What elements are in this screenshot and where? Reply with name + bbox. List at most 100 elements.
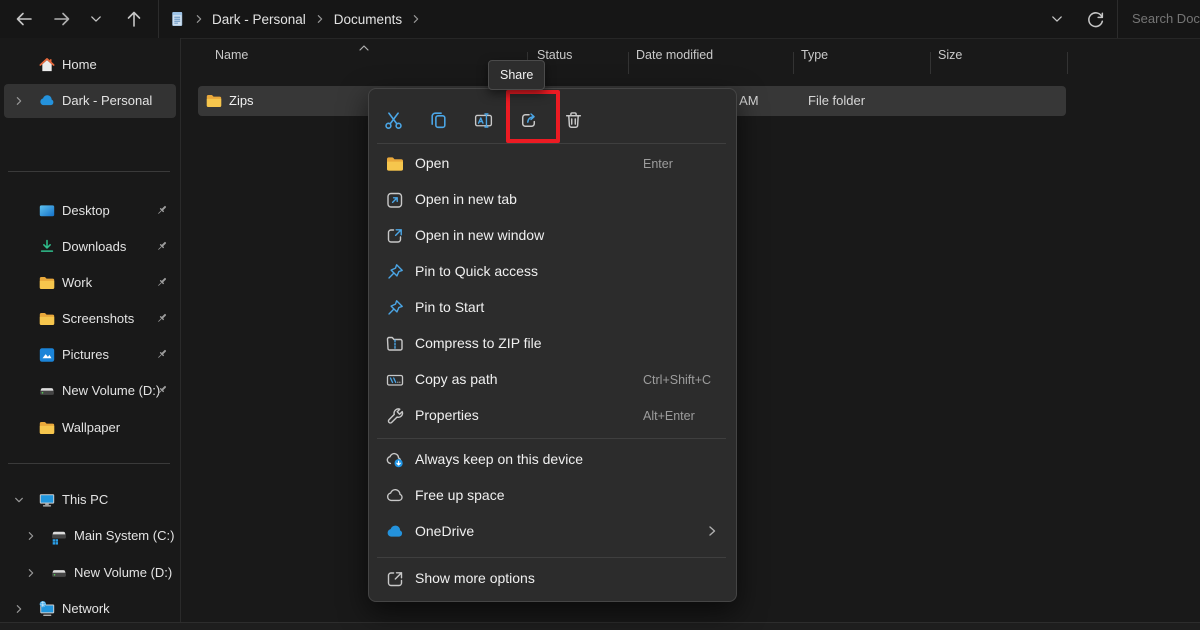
breadcrumb-item-documents[interactable]: Documents [334, 12, 402, 27]
chevron-right-icon[interactable] [26, 531, 36, 541]
folder-icon [38, 419, 56, 437]
sidebar-item-wallpaper[interactable]: Wallpaper [4, 411, 176, 445]
up-button[interactable] [122, 7, 146, 31]
sidebar-item-home[interactable]: Home [4, 48, 176, 82]
menu-divider [377, 557, 726, 558]
sidebar-item-desktop[interactable]: Desktop [4, 194, 176, 228]
chevron-right-icon[interactable] [411, 14, 421, 24]
menu-item-onedrive[interactable]: OneDrive [373, 514, 732, 550]
back-button[interactable] [12, 7, 36, 31]
breadcrumb: Dark - Personal Documents [168, 0, 430, 38]
breadcrumb-item-drive[interactable]: Dark - Personal [212, 12, 306, 27]
menu-item-open[interactable]: Open Enter [373, 146, 732, 182]
folder-icon [205, 92, 223, 110]
menu-divider [377, 438, 726, 439]
column-divider[interactable] [793, 52, 794, 74]
column-divider[interactable] [930, 52, 931, 74]
sidebar-item-main-system-c[interactable]: Main System (C:) [4, 519, 176, 553]
menu-item-label: Free up space [415, 487, 505, 503]
navigation-pane: Home Dark - Personal Desktop [0, 38, 181, 622]
submenu-chevron-icon [706, 525, 718, 537]
sidebar-item-pictures[interactable]: Pictures [4, 338, 176, 372]
pin-icon [385, 298, 405, 318]
home-icon [38, 56, 56, 74]
addressbar-divider [158, 0, 159, 38]
chevron-right-icon [194, 14, 204, 24]
menu-item-pin-to-start[interactable]: Pin to Start [373, 290, 732, 326]
forward-button[interactable] [50, 7, 74, 31]
column-divider[interactable] [1067, 52, 1068, 74]
menu-item-free-up-space[interactable]: Free up space [373, 478, 732, 514]
show-more-options-icon [385, 569, 405, 589]
back-arrow-icon [14, 9, 34, 29]
folder-icon [38, 310, 56, 328]
sidebar-item-label: New Volume (D:) [62, 383, 160, 398]
recent-locations-button[interactable] [84, 7, 108, 31]
cloud-icon [385, 486, 405, 506]
rename-button[interactable] [465, 104, 501, 136]
column-header-name[interactable]: Name [215, 48, 248, 78]
chevron-right-icon[interactable] [315, 14, 325, 24]
folder-icon [38, 274, 56, 292]
downloads-icon [38, 238, 56, 256]
copy-icon [428, 110, 449, 131]
column-header-size[interactable]: Size [938, 48, 962, 78]
tooltip-text: Share [500, 68, 533, 82]
copy-button[interactable] [420, 104, 456, 136]
menu-item-label: Copy as path [415, 371, 498, 387]
menu-item-label: Open [415, 155, 449, 171]
search-input[interactable] [1132, 0, 1200, 38]
pin-icon [385, 262, 405, 282]
sidebar-item-network[interactable]: Network [4, 592, 176, 626]
copy-as-path-icon [385, 370, 405, 390]
address-dropdown-button[interactable] [1045, 7, 1069, 31]
sidebar-item-new-volume-d[interactable]: New Volume (D:) [4, 556, 176, 590]
menu-item-pin-to-quick-access[interactable]: Pin to Quick access [373, 254, 732, 290]
menu-item-label: Always keep on this device [415, 451, 583, 467]
menu-item-copy-as-path[interactable]: Copy as path Ctrl+Shift+C [373, 362, 732, 398]
sidebar-item-label: This PC [62, 492, 108, 507]
open-in-new-window-icon [385, 226, 405, 246]
menu-item-properties[interactable]: Properties Alt+Enter [373, 398, 732, 434]
menu-item-label: Pin to Quick access [415, 263, 538, 279]
chevron-right-icon[interactable] [14, 96, 24, 106]
menu-item-label: Show more options [415, 570, 535, 586]
zip-folder-icon [385, 334, 405, 354]
menu-item-show-more-options[interactable]: Show more options [373, 561, 732, 597]
menu-item-open-in-new-tab[interactable]: Open in new tab [373, 182, 732, 218]
refresh-button[interactable] [1083, 7, 1107, 31]
menu-item-compress-to-zip[interactable]: Compress to ZIP file [373, 326, 732, 362]
sidebar-item-screenshots[interactable]: Screenshots [4, 302, 176, 336]
status-bar [0, 622, 1200, 630]
chevron-down-icon [89, 12, 103, 26]
cut-icon [383, 110, 404, 131]
sidebar-item-onedrive-personal[interactable]: Dark - Personal [4, 84, 176, 118]
chevron-right-icon[interactable] [26, 568, 36, 578]
open-in-new-tab-icon [385, 190, 405, 210]
file-name: Zips [229, 93, 254, 108]
menu-item-shortcut: Alt+Enter [643, 409, 695, 423]
sidebar-item-downloads[interactable]: Downloads [4, 230, 176, 264]
sort-ascending-icon [358, 44, 370, 52]
sidebar-item-this-pc[interactable]: This PC [4, 483, 176, 517]
menu-item-always-keep-on-device[interactable]: Always keep on this device [373, 442, 732, 478]
pc-icon [38, 491, 56, 509]
chevron-down-icon[interactable] [14, 495, 24, 505]
column-header-date-modified[interactable]: Date modified [636, 48, 713, 78]
menu-item-label: Pin to Start [415, 299, 484, 315]
os-drive-icon [50, 527, 68, 545]
share-highlight-box [506, 90, 560, 143]
chevron-down-icon [1050, 12, 1064, 26]
delete-button[interactable] [555, 104, 591, 136]
column-divider[interactable] [628, 52, 629, 74]
chevron-right-icon[interactable] [14, 604, 24, 614]
sidebar-item-work[interactable]: Work [4, 266, 176, 300]
menu-item-open-in-new-window[interactable]: Open in new window [373, 218, 732, 254]
pin-icon [154, 346, 170, 362]
sidebar-item-new-volume-pinned[interactable]: New Volume (D:) [4, 374, 176, 408]
cut-button[interactable] [375, 104, 411, 136]
context-menu: Open Enter Open in new tab Open in new w… [368, 88, 737, 602]
searchbox-divider [1117, 0, 1118, 38]
pin-icon [154, 238, 170, 254]
column-header-type[interactable]: Type [801, 48, 828, 78]
